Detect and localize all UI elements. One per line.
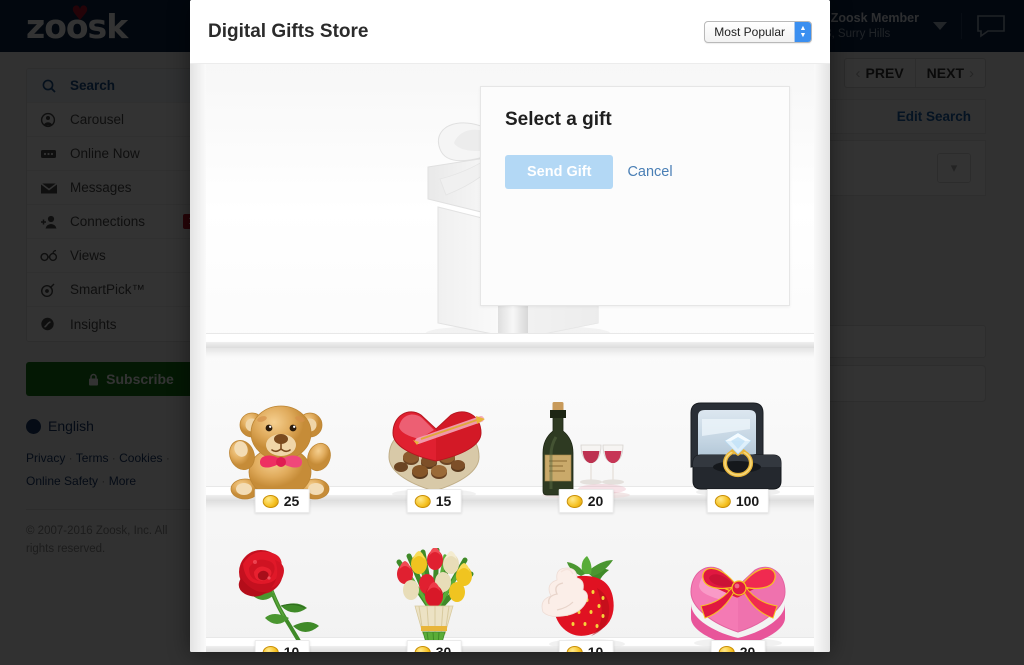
price-tag: 10 bbox=[254, 640, 310, 652]
gift-item-strawberry-cream[interactable]: 10 bbox=[511, 520, 661, 652]
coin-icon bbox=[718, 645, 735, 652]
gift-art bbox=[374, 397, 494, 501]
gift-art bbox=[678, 397, 798, 501]
shelf-row-1: Select a gift Send Gift Cancel bbox=[190, 64, 830, 348]
cancel-link[interactable]: Cancel bbox=[627, 164, 672, 180]
gift-item-wine-and-glasses[interactable]: 20 bbox=[511, 369, 661, 513]
gift-shelf-display: Select a gift Send Gift Cancel 25 15 20 … bbox=[190, 63, 830, 652]
shelf-row-2-items: 25 15 20 100 bbox=[206, 348, 814, 513]
screen: zoosk ♥ A Zoosk Member 28, Surry Hills bbox=[0, 0, 1024, 665]
teddy-bear-icon bbox=[229, 405, 331, 501]
tulip-bouquet-icon bbox=[396, 548, 474, 652]
gift-art bbox=[526, 548, 646, 652]
coin-icon bbox=[414, 645, 431, 652]
gift-item-heart-chocolate-box[interactable]: 15 bbox=[359, 369, 509, 513]
coin-icon bbox=[714, 494, 731, 508]
sort-select-value: Most Popular bbox=[714, 24, 785, 39]
gift-art bbox=[678, 548, 798, 652]
modal-title: Digital Gifts Store bbox=[208, 20, 369, 42]
diamond-ring-box-icon bbox=[690, 402, 782, 497]
shelf-row-3-items: 10 30 10 20 bbox=[206, 501, 814, 652]
price-value: 10 bbox=[587, 644, 604, 652]
shelf-row-3: 10 30 10 20 bbox=[190, 501, 830, 652]
chevron-up-glyph: ▲ bbox=[799, 24, 807, 32]
coin-icon bbox=[414, 494, 431, 508]
modal-header: Digital Gifts Store Most Popular ▲ ▼ bbox=[190, 0, 830, 63]
price-value: 20 bbox=[587, 493, 604, 509]
gift-item-tulip-bouquet[interactable]: 30 bbox=[359, 520, 509, 652]
gift-art bbox=[374, 548, 494, 652]
price-tag: 20 bbox=[558, 489, 614, 513]
price-value: 25 bbox=[283, 493, 300, 509]
price-value: 30 bbox=[435, 644, 452, 652]
wine-and-glasses-icon bbox=[542, 402, 630, 499]
price-value: 10 bbox=[283, 644, 300, 652]
select-gift-title: Select a gift bbox=[505, 109, 612, 130]
gift-item-pink-heart-gift-box[interactable]: 20 bbox=[663, 520, 813, 652]
select-gift-actions: Send Gift Cancel bbox=[505, 155, 765, 189]
price-tag: 30 bbox=[406, 640, 462, 652]
gift-item-diamond-ring-box[interactable]: 100 bbox=[663, 369, 813, 513]
price-tag: 25 bbox=[254, 489, 310, 513]
sort-select[interactable]: Most Popular ▲ ▼ bbox=[704, 20, 812, 43]
chevron-down-glyph: ▼ bbox=[799, 31, 807, 39]
gift-art bbox=[222, 397, 342, 501]
chevron-up-down-icon[interactable]: ▲ ▼ bbox=[794, 21, 811, 42]
gift-art bbox=[222, 548, 342, 652]
digital-gifts-store-modal: Digital Gifts Store Most Popular ▲ ▼ Sel… bbox=[190, 0, 830, 652]
red-rose-icon bbox=[238, 550, 319, 649]
price-tag: 20 bbox=[710, 640, 766, 652]
heart-chocolate-box-icon bbox=[388, 411, 485, 499]
gift-art bbox=[526, 397, 646, 501]
gift-item-red-rose[interactable]: 10 bbox=[207, 520, 357, 652]
price-value: 20 bbox=[739, 644, 756, 652]
coin-icon bbox=[262, 494, 279, 508]
gift-item-teddy-bear[interactable]: 25 bbox=[207, 369, 357, 513]
coin-icon bbox=[566, 645, 583, 652]
send-gift-button[interactable]: Send Gift bbox=[505, 155, 614, 189]
pink-heart-gift-box-icon bbox=[690, 566, 786, 648]
price-tag: 15 bbox=[406, 489, 462, 513]
select-gift-panel: Select a gift Send Gift Cancel bbox=[480, 86, 790, 306]
coin-icon bbox=[262, 645, 279, 652]
coin-icon bbox=[566, 494, 583, 508]
price-value: 100 bbox=[735, 493, 760, 509]
shelf-row-2: 25 15 20 100 bbox=[190, 348, 830, 513]
price-tag: 100 bbox=[706, 489, 770, 513]
shelf-ledge-1 bbox=[190, 333, 830, 348]
price-value: 15 bbox=[435, 493, 452, 509]
price-tag: 10 bbox=[558, 640, 614, 652]
strawberry-cream-icon bbox=[541, 556, 625, 649]
